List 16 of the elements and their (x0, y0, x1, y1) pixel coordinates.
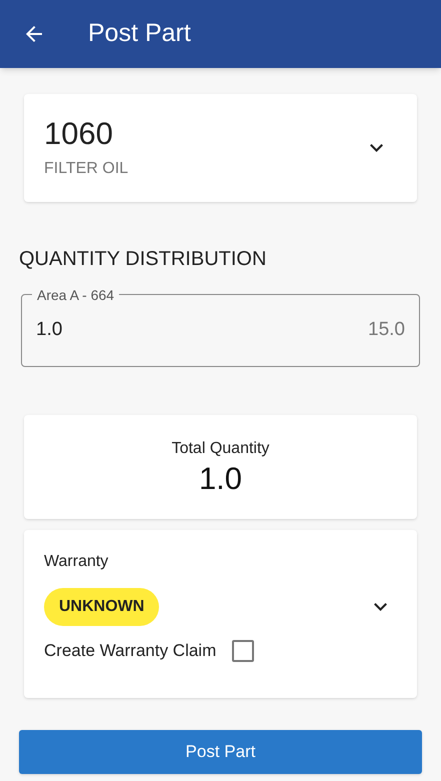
claim-checkbox[interactable] (232, 640, 254, 662)
total-label: Total Quantity (172, 439, 270, 459)
warranty-status-chip[interactable]: UNKNOWN (44, 588, 160, 626)
available-quantity: 15.0 (368, 318, 405, 342)
part-description: FILTER OIL (44, 159, 128, 179)
screen-title: Post Part (88, 18, 191, 50)
claim-label: Create Warranty Claim (44, 640, 216, 662)
chevron-down-icon (370, 144, 383, 152)
warranty-label: Warranty (44, 552, 108, 572)
section-title: QUANTITY DISTRIBUTION (19, 247, 266, 272)
part-number: 1060 (44, 115, 114, 153)
post-part-button[interactable]: Post Part (19, 730, 422, 774)
quantity-value: 1.0 (36, 318, 62, 342)
chevron-down-icon (374, 603, 387, 611)
part-card[interactable]: 1060 FILTER OIL (24, 94, 417, 202)
total-value: 1.0 (198, 461, 242, 497)
